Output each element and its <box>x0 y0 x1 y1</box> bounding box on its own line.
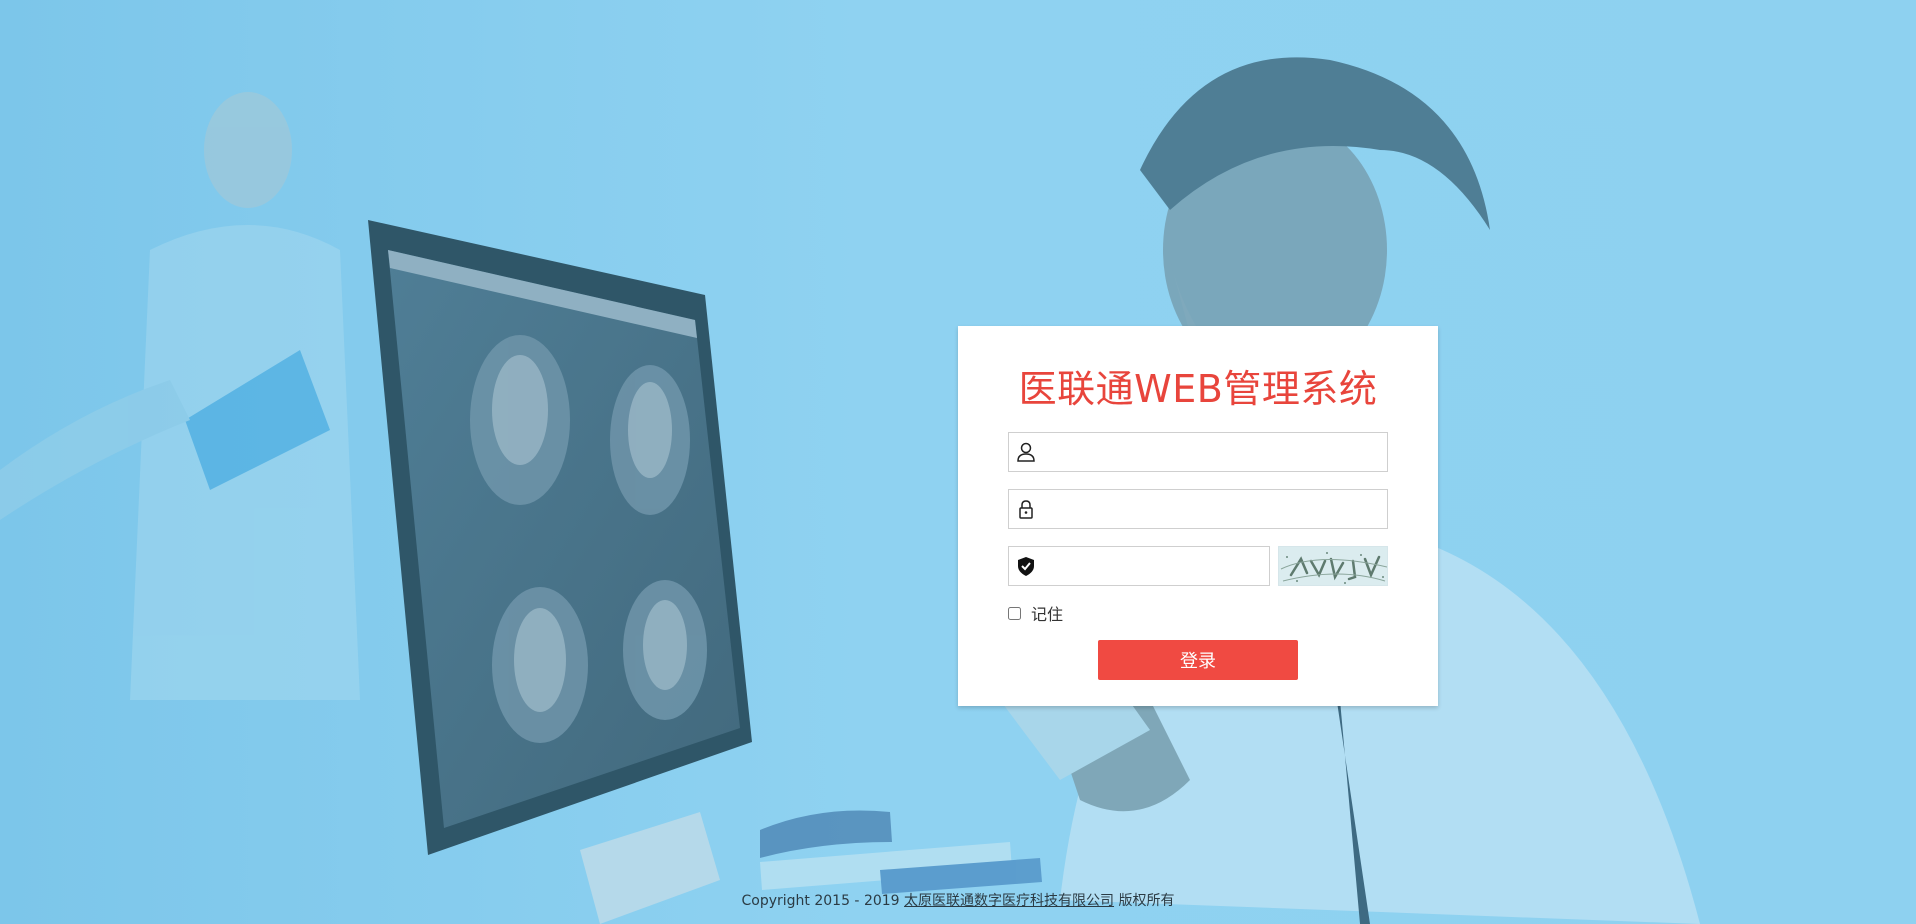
remember-label: 记住 <box>1031 605 1064 624</box>
login-title: 医联通WEB管理系统 <box>1018 367 1378 411</box>
copyright-suffix: 版权所有 <box>1118 893 1175 909</box>
captcha-input[interactable] <box>1045 548 1263 584</box>
shield-check-icon <box>1015 555 1037 577</box>
remember-me[interactable]: 记住 <box>1008 602 1063 624</box>
remember-checkbox[interactable] <box>1008 606 1021 620</box>
username-field[interactable] <box>1008 432 1388 472</box>
password-field[interactable] <box>1008 489 1388 529</box>
login-button[interactable]: 登录 <box>1098 640 1298 680</box>
copyright-text: Copyright 2015 - 2019 <box>741 893 900 909</box>
company-link[interactable]: 太原医联通数字医疗科技有限公司 <box>904 893 1114 909</box>
captcha-field[interactable] <box>1008 546 1270 586</box>
lock-icon <box>1015 498 1037 520</box>
user-icon <box>1015 441 1037 463</box>
username-input[interactable] <box>1045 434 1381 470</box>
captcha-image[interactable] <box>1278 546 1388 586</box>
password-input[interactable] <box>1045 491 1381 527</box>
login-card: 医联通WEB管理系统 记住 登录 <box>958 326 1438 706</box>
footer: Copyright 2015 - 2019 太原医联通数字医疗科技有限公司 版权… <box>0 890 1916 910</box>
